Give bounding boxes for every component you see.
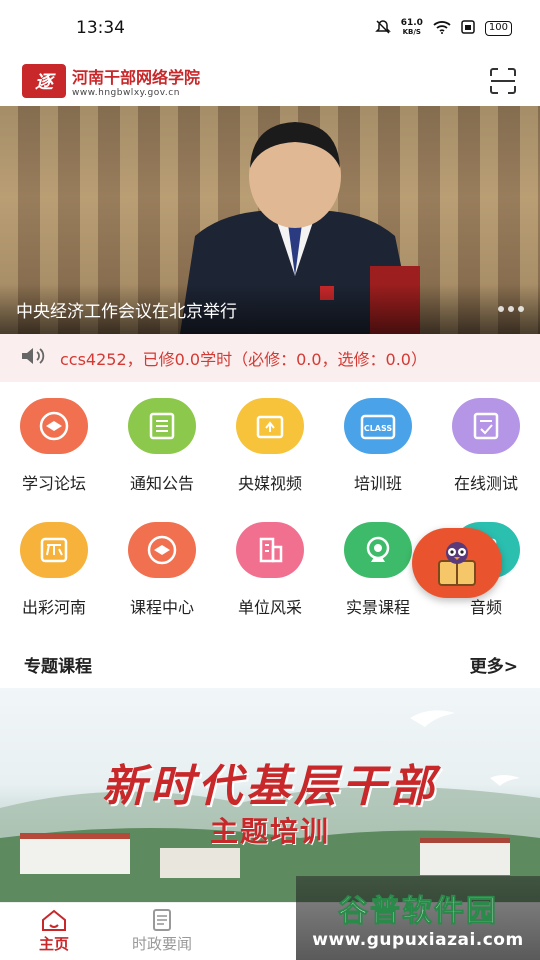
watermark-title: 谷普软件园 — [338, 894, 498, 930]
grid-item-notice[interactable]: 通知公告 — [108, 398, 216, 522]
study-hours-text: ccs4252，已修0.0学时（必修：0.0，选修：0.0） — [60, 350, 427, 369]
logo-mark: 逐 — [22, 64, 66, 98]
news-banner[interactable]: 中央经济工作会议在北京举行 — [0, 106, 540, 334]
grid-item-scene[interactable]: 实景课程 — [324, 522, 432, 646]
video-icon — [236, 398, 304, 454]
grid-label: 实景课程 — [345, 598, 410, 617]
course-banner-title: 新时代基层干部 — [102, 761, 438, 812]
tab-label: 时政要闻 — [131, 935, 192, 953]
site-name: 河南干部网络学院 — [72, 68, 201, 87]
net-speed-unit: KB/S — [402, 28, 421, 36]
course-banner[interactable]: 新时代基层干部 主题培训 — [0, 688, 540, 902]
mascot-float-button[interactable] — [412, 528, 502, 598]
class-badge: CLASS — [364, 424, 393, 433]
wifi-icon — [433, 20, 451, 37]
mute-icon — [374, 19, 391, 38]
watermark-url: www.gupuxiazai.com — [312, 930, 524, 950]
study-hours-notice: ccs4252，已修0.0学时（必修：0.0，选修：0.0） — [0, 334, 540, 382]
grid-label: 在线测试 — [453, 474, 518, 493]
grid-item-test[interactable]: 在线测试 — [432, 398, 540, 522]
grid-label: 央媒视频 — [237, 474, 302, 493]
grid-item-forum[interactable]: 学习论坛 — [0, 398, 108, 522]
tab-label: 主页 — [38, 935, 69, 953]
net-speed: 61.0 KB/S — [401, 19, 423, 37]
grid-item-henan[interactable]: 出彩河南 — [0, 522, 108, 646]
grid-label: 出彩河南 — [21, 598, 86, 617]
grid-item-class[interactable]: CLASS 培训班 — [324, 398, 432, 522]
more-link[interactable]: 更多> — [470, 652, 518, 677]
grid-label: 单位风采 — [237, 598, 302, 617]
status-bar: 13:34 61.0 KB/S 100 — [0, 0, 540, 56]
grid-label: 课程中心 — [129, 598, 194, 617]
camera-icon — [344, 522, 412, 578]
grid-item-unit[interactable]: 单位风采 — [216, 522, 324, 646]
henan-icon — [20, 522, 88, 578]
grid-item-course[interactable]: 课程中心 — [108, 522, 216, 646]
scan-icon — [490, 68, 516, 94]
grid-item-video[interactable]: 央媒视频 — [216, 398, 324, 522]
banner-pager[interactable] — [498, 306, 524, 312]
status-icons: 61.0 KB/S 100 — [374, 19, 512, 38]
battery-indicator: 100 — [484, 20, 512, 36]
tab-home[interactable]: 主页 — [0, 903, 108, 960]
building-icon — [236, 522, 304, 578]
banner-caption: 中央经济工作会议在北京举行 — [16, 301, 237, 322]
sim-icon — [461, 19, 475, 37]
watermark: 谷普软件园 www.gupuxiazai.com — [296, 876, 540, 960]
section-title: 专题课程 — [24, 656, 92, 677]
speaker-icon — [20, 346, 46, 370]
grid-label: 学习论坛 — [21, 474, 86, 493]
notice-icon — [128, 398, 196, 454]
scan-button[interactable] — [488, 66, 518, 96]
site-url: www.hngbwlxy.gov.cn — [72, 88, 180, 98]
forum-icon — [20, 398, 88, 454]
course-banner-subtitle: 主题培训 — [209, 815, 330, 848]
grid-label: 音频 — [469, 598, 502, 617]
mascot-icon — [438, 542, 476, 586]
course-icon — [128, 522, 196, 578]
class-icon: CLASS — [344, 398, 412, 454]
app-header: 逐 河南干部网络学院 www.hngbwlxy.gov.cn — [0, 56, 540, 106]
feature-grid: 学习论坛 通知公告 央媒视频 CLASS 培训班 在线测试 出彩河南 课程中心 … — [0, 398, 540, 646]
home-icon — [42, 909, 66, 931]
grid-label: 培训班 — [353, 474, 402, 493]
status-time: 13:34 — [76, 18, 125, 38]
net-speed-value: 61.0 — [400, 18, 423, 28]
section-header: 专题课程 更多> — [0, 644, 540, 684]
tab-news[interactable]: 时政要闻 — [108, 903, 216, 960]
site-logo: 逐 河南干部网络学院 www.hngbwlxy.gov.cn — [22, 64, 200, 98]
grid-label: 通知公告 — [129, 474, 194, 493]
test-icon — [452, 398, 520, 454]
news-icon — [153, 909, 171, 931]
